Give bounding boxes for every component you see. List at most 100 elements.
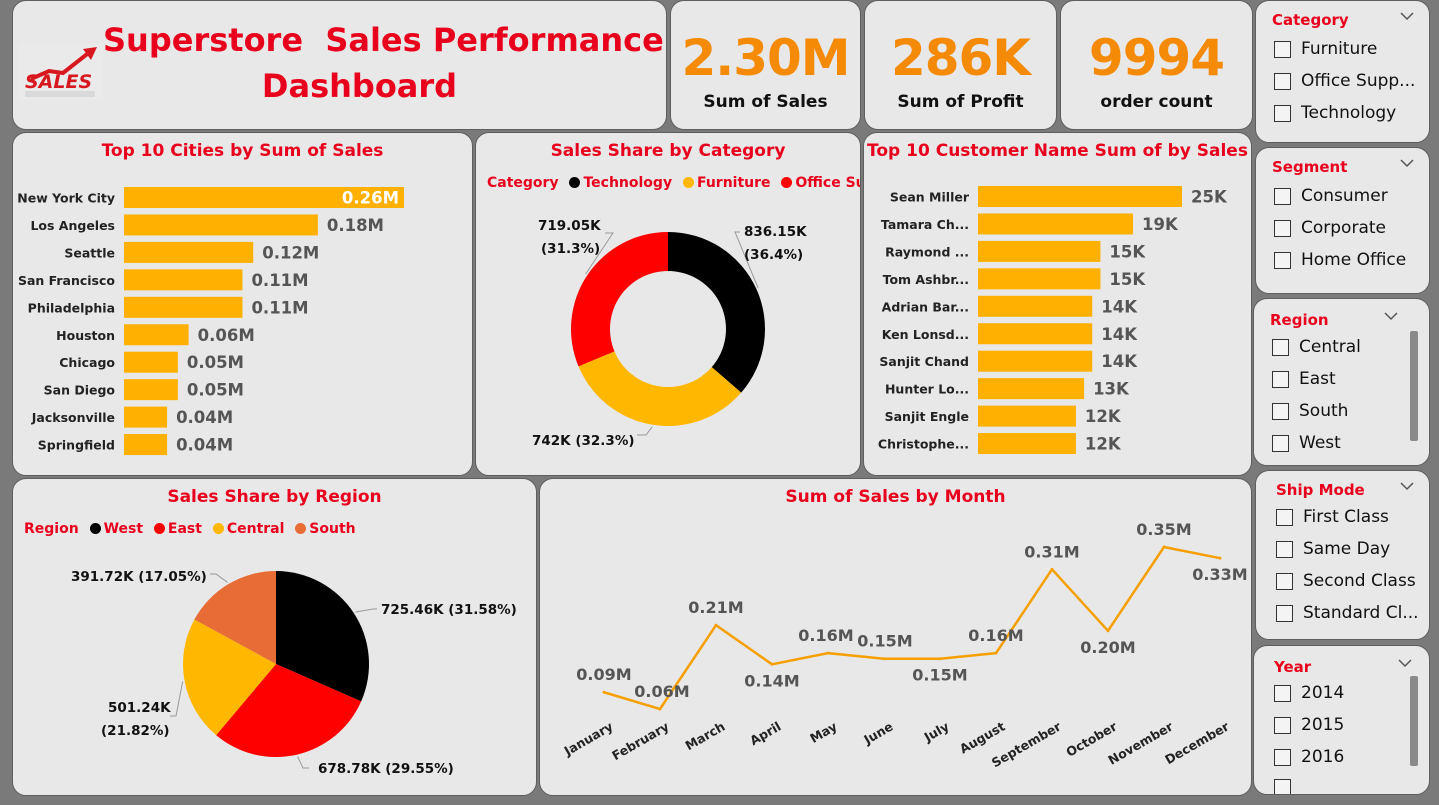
data-label: 0.20M	[1080, 638, 1135, 657]
slicer-title: Category	[1272, 11, 1349, 29]
bar	[978, 350, 1093, 372]
data-label: 0.11M	[251, 298, 308, 317]
checkbox[interactable]	[1276, 540, 1293, 558]
year-slicer-scrollbar[interactable]	[1410, 676, 1418, 766]
slicer-option-second-class[interactable]: Second Class	[1276, 571, 1416, 591]
slicer-option-home-office[interactable]: Home Office	[1274, 250, 1406, 270]
checkbox[interactable]	[1274, 40, 1291, 58]
chevron-down-icon[interactable]	[1397, 656, 1413, 670]
data-label: (31.3%)	[541, 241, 600, 257]
category-label: Seattle	[64, 245, 115, 260]
slicer-option-label: Office Supp...	[1301, 71, 1416, 91]
slicer-option-label: First Class	[1303, 507, 1389, 527]
region-share-card: Sales Share by Region Region West East C…	[12, 478, 537, 796]
checkbox[interactable]	[1274, 251, 1291, 269]
kpi-profit-value: 286K	[890, 29, 1031, 87]
checkbox[interactable]	[1272, 434, 1289, 452]
bar	[124, 434, 168, 456]
x-tick-label: February	[609, 719, 671, 764]
checkbox[interactable]	[1274, 684, 1291, 702]
x-tick-label: March	[682, 719, 727, 754]
slicer-option-consumer[interactable]: Consumer	[1274, 186, 1388, 206]
slicer-option-furniture[interactable]: Furniture	[1274, 39, 1377, 59]
checkbox[interactable]	[1272, 402, 1289, 420]
data-point	[1162, 545, 1166, 549]
data-point	[826, 651, 830, 655]
chevron-down-icon[interactable]	[1399, 479, 1415, 493]
kpi-profit-card: 286K Sum of Profit	[864, 0, 1057, 130]
data-label: 719.05K	[538, 218, 601, 234]
data-label: 0.18M	[327, 216, 384, 235]
slicer-title: Year	[1274, 658, 1312, 676]
checkbox[interactable]	[1276, 604, 1293, 622]
bar	[978, 323, 1093, 345]
chevron-down-icon[interactable]	[1383, 309, 1399, 323]
data-point	[994, 651, 998, 655]
region-slicer-scrollbar[interactable]	[1410, 331, 1418, 441]
slicer-option-label: West	[1299, 433, 1341, 453]
kpi-profit-label: Sum of Profit	[897, 92, 1024, 112]
data-label: 742K (32.3%)	[532, 433, 635, 449]
slicer-option-corporate[interactable]: Corporate	[1274, 218, 1386, 238]
slicer-option-label: Standard Cl...	[1303, 603, 1419, 623]
slicer-option-2016[interactable]: 2016	[1274, 747, 1344, 767]
category-label: Ken Lonsd...	[882, 327, 969, 342]
slicer-option-label: 2015	[1301, 715, 1345, 735]
data-label: 12K	[1085, 435, 1122, 454]
category-share-card: Sales Share by Category Category Technol…	[475, 132, 861, 476]
chevron-down-icon[interactable]	[1399, 9, 1415, 23]
checkbox[interactable]	[1274, 779, 1291, 794]
chevron-down-icon[interactable]	[1399, 156, 1415, 170]
data-point	[1106, 629, 1110, 633]
x-tick-label: June	[860, 719, 895, 748]
data-label: 0.06M	[198, 326, 255, 345]
checkbox[interactable]	[1276, 508, 1293, 526]
checkbox[interactable]	[1274, 219, 1291, 237]
data-label: 836.15K	[744, 224, 807, 240]
x-tick-label: July	[921, 719, 952, 745]
bar	[124, 406, 168, 428]
data-label: 501.24K	[108, 700, 171, 716]
data-label: 0.16M	[798, 626, 853, 645]
slicer-option-2014[interactable]: 2014	[1274, 683, 1344, 703]
slicer-option-same-day[interactable]: Same Day	[1276, 539, 1390, 559]
slicer-option-office-supplies[interactable]: Office Supp...	[1274, 71, 1415, 91]
slicer-option-first-class[interactable]: First Class	[1276, 507, 1389, 527]
x-tick-label: January	[561, 719, 616, 759]
slicer-option-partial[interactable]	[1274, 779, 1301, 794]
slicer-option-central[interactable]: Central	[1272, 337, 1361, 357]
bar	[124, 214, 318, 236]
data-label: 15K	[1109, 270, 1146, 289]
checkbox[interactable]	[1274, 104, 1291, 122]
title-line-1: Superstore Sales Performance	[103, 21, 664, 59]
data-point	[770, 662, 774, 666]
ship-mode-slicer: Ship Mode First Class Same Day Second Cl…	[1255, 470, 1430, 640]
kpi-orders-label: order count	[1100, 92, 1213, 112]
bar	[124, 241, 254, 263]
region-pie-chart: 725.46K (31.58%) 678.78K (29.55%) 501.24K (…	[71, 569, 517, 777]
slicer-option-south[interactable]: South	[1272, 401, 1348, 421]
x-tick-label: May	[807, 719, 839, 746]
top-cities-chart: New York City 0.26M Los Angeles 0.18M Seattl…	[17, 187, 404, 456]
slicer-title: Ship Mode	[1276, 481, 1365, 499]
slicer-option-west[interactable]: West	[1272, 433, 1341, 453]
category-label: Houston	[56, 328, 115, 343]
checkbox[interactable]	[1274, 748, 1291, 766]
checkbox[interactable]	[1276, 572, 1293, 590]
checkbox[interactable]	[1274, 72, 1291, 90]
data-label: 0.14M	[744, 671, 799, 690]
checkbox[interactable]	[1274, 716, 1291, 734]
data-label: 0.21M	[688, 598, 743, 617]
slicer-option-2015[interactable]: 2015	[1274, 715, 1344, 735]
slicer-option-label: Same Day	[1303, 539, 1391, 559]
top-customers-chart: Sean Miller 25K Tamara Ch... 19K Raymond ...…	[878, 186, 1228, 455]
slicer-option-standard-class[interactable]: Standard Cl...	[1276, 603, 1419, 623]
checkbox[interactable]	[1272, 338, 1289, 356]
slicer-option-east[interactable]: East	[1272, 369, 1336, 389]
checkbox[interactable]	[1272, 370, 1289, 388]
category-label: San Francisco	[18, 273, 115, 288]
checkbox[interactable]	[1274, 187, 1291, 205]
slicer-option-technology[interactable]: Technology	[1274, 103, 1396, 123]
category-label: Tamara Ch...	[881, 217, 969, 232]
data-label: 13K	[1093, 380, 1130, 399]
